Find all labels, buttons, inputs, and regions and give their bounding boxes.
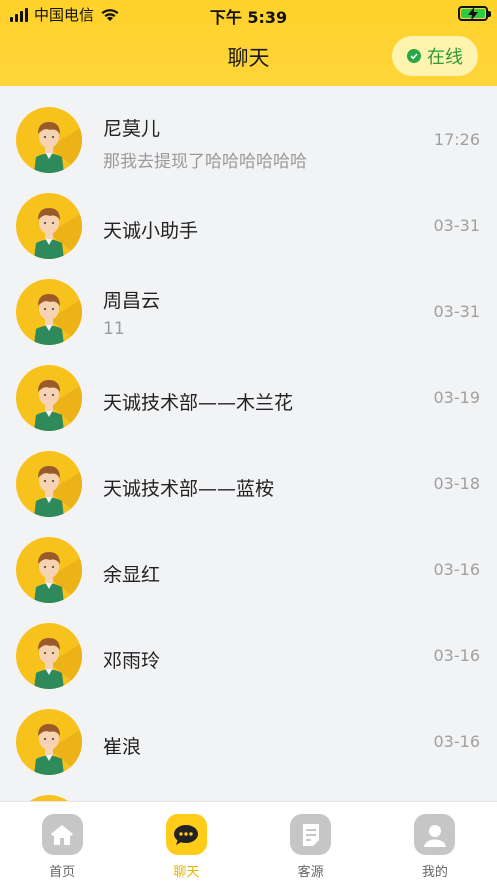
chat-row[interactable]: 余显红 03-16 <box>0 526 497 612</box>
document-icon <box>290 814 332 855</box>
chat-preview: 那我去提现了哈哈哈哈哈哈 <box>103 152 307 172</box>
avatar <box>16 107 82 173</box>
avatar <box>16 623 82 689</box>
avatar <box>16 451 82 517</box>
tab-chat[interactable]: 聊天 <box>124 802 248 883</box>
chat-name: 周昌云 <box>103 290 161 312</box>
tab-chat-label: 聊天 <box>173 865 200 880</box>
online-status-button[interactable]: 在线 <box>392 36 478 76</box>
chat-row[interactable]: 天诚技术部——蓝桉 03-18 <box>0 440 497 526</box>
chat-name: 余显红 <box>103 564 161 586</box>
check-icon <box>407 49 421 63</box>
tab-clients-label: 客源 <box>297 865 324 880</box>
chat-row[interactable]: 天诚小助手 03-31 <box>0 182 497 268</box>
status-bar: 中国电信 下午 5:39 <box>0 0 497 28</box>
header: 中国电信 下午 5:39 聊天 在线 <box>0 0 497 86</box>
chat-row[interactable]: 尼莫儿那我去提现了哈哈哈哈哈哈 17:26 <box>0 96 497 182</box>
chat-time: 03-19 <box>433 388 481 407</box>
tab-home[interactable]: 首页 <box>0 802 124 883</box>
avatar <box>16 365 82 431</box>
chat-name: 尼莫儿 <box>103 118 161 140</box>
chat-name: 天诚技术部——木兰花 <box>103 392 294 414</box>
chat-name: 天诚技术部——蓝桉 <box>103 478 275 500</box>
chat-time: 03-31 <box>433 302 481 321</box>
tab-mine[interactable]: 我的 <box>373 802 497 883</box>
avatar <box>16 193 82 259</box>
status-time: 下午 5:39 <box>209 8 288 27</box>
chat-time: 03-16 <box>433 732 481 751</box>
avatar <box>16 537 82 603</box>
tab-bar: 首页 聊天 客源 我的 <box>0 801 497 883</box>
chat-time: 03-16 <box>433 646 481 665</box>
chat-preview: 11 <box>103 319 125 339</box>
chat-row[interactable]: 周昌云 11 03-31 <box>0 268 497 354</box>
tab-mine-label: 我的 <box>421 865 448 880</box>
chat-time: 03-16 <box>433 560 481 579</box>
chat-name: 天诚小助手 <box>103 220 199 242</box>
chat-name: 崔浪 <box>103 736 142 758</box>
chat-row[interactable]: 崔浪 03-16 <box>0 698 497 784</box>
chat-row[interactable]: 邓雨玲 03-16 <box>0 612 497 698</box>
chat-time: 03-31 <box>433 216 481 235</box>
online-label: 在线 <box>427 47 463 68</box>
chat-time: 03-18 <box>433 474 481 493</box>
chat-icon <box>165 814 207 855</box>
battery-icon <box>458 6 491 21</box>
tab-home-label: 首页 <box>49 865 76 880</box>
chat-list: 尼莫儿那我去提现了哈哈哈哈哈哈 17:26 天诚小助手 03-31 周昌云 11 03-31… <box>0 96 497 801</box>
avatar <box>16 709 82 775</box>
avatar <box>16 279 82 345</box>
tab-clients[interactable]: 客源 <box>249 802 373 883</box>
chat-time: 17:26 <box>433 130 480 149</box>
user-icon <box>414 814 456 855</box>
chat-row-partial[interactable] <box>0 784 497 801</box>
chat-name: 邓雨玲 <box>103 650 161 672</box>
home-icon <box>41 814 83 855</box>
chat-row[interactable]: 天诚技术部——木兰花 03-19 <box>0 354 497 440</box>
